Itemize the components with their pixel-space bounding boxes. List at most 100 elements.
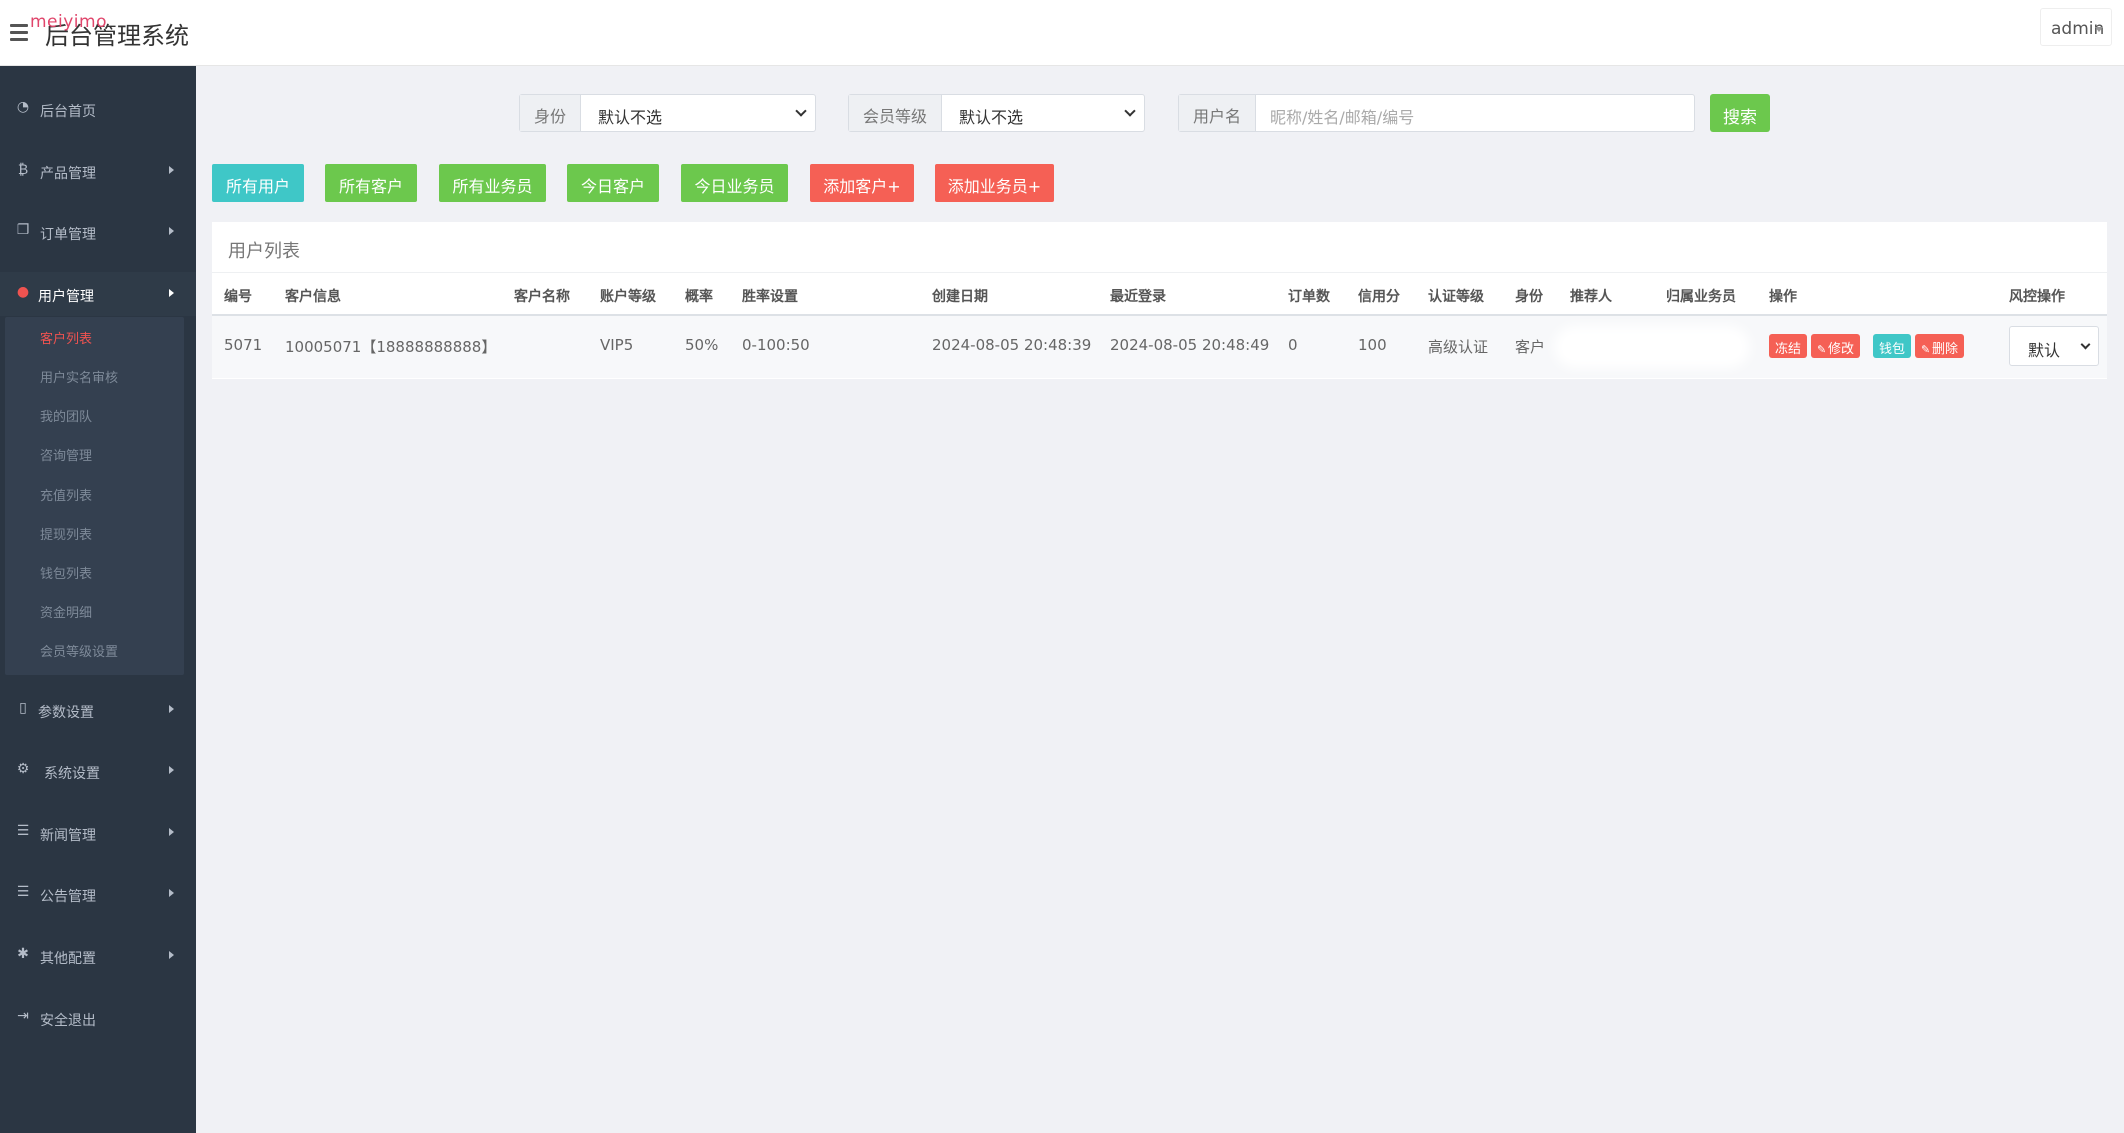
cell-last-login: 2024-08-05 20:48:49 <box>1110 336 1270 354</box>
caret-right-icon <box>169 705 174 713</box>
freeze-button[interactable]: 冻结 <box>1769 334 1808 358</box>
all-users-button[interactable]: 所有用户 <box>212 164 304 202</box>
caret-right-icon <box>169 227 174 235</box>
menu-toggle-icon[interactable] <box>10 24 28 41</box>
brand-watermark: meiyimo <box>30 12 107 32</box>
cell-credit: 100 <box>1358 336 1387 354</box>
column-header: 创建日期 <box>932 289 988 305</box>
cell-info: 10005071【18888888888】 <box>285 338 497 356</box>
level-filter-label: 会员等级 <box>849 95 943 131</box>
add-salesman-button[interactable]: 添加业务员+ <box>935 164 1054 202</box>
cell-auth-level: 高级认证 <box>1428 338 1489 356</box>
sidebar-item-news[interactable]: ☰ 新闻管理 <box>0 811 196 855</box>
caret-right-icon <box>169 289 174 297</box>
main-content: 身份 默认不选 会员等级 默认不选 用户名 昵称/姓名/邮箱/编号 搜索 所有用… <box>196 66 2124 1133</box>
column-header: 编号 <box>224 289 252 305</box>
column-header: 风控操作 <box>2009 289 2065 305</box>
username-filter-label: 用户名 <box>1179 95 1257 131</box>
submenu-item-recharge[interactable]: 充值列表 <box>40 485 92 504</box>
search-button[interactable]: 搜索 <box>1710 94 1770 132</box>
users-submenu: 客户列表 用户实名审核 我的团队 咨询管理 充值列表 提现列表 钱包列表 资金明… <box>5 317 184 675</box>
chevron-down-icon <box>1124 105 1136 117</box>
cell-id: 5071 <box>224 336 263 354</box>
column-header: 推荐人 <box>1570 289 1612 305</box>
submenu-item-member-level[interactable]: 会员等级设置 <box>40 641 118 660</box>
cell-created: 2024-08-05 20:48:39 <box>932 336 1092 354</box>
signout-icon: ⇥ <box>17 1008 29 1024</box>
sidebar-item-params[interactable]: ▯ 参数设置 <box>0 688 196 732</box>
sidebar-item-label: 产品管理 <box>40 166 96 182</box>
submenu-item-funds[interactable]: 资金明细 <box>40 602 92 621</box>
sidebar-item-label: 新闻管理 <box>40 828 96 844</box>
sidebar-item-label: 参数设置 <box>38 705 94 721</box>
column-header: 订单数 <box>1288 289 1330 305</box>
submenu-item-withdraw[interactable]: 提现列表 <box>40 524 92 543</box>
top-header: 后台管理系统 meiyimo admin <box>0 0 2124 66</box>
file-icon: ▯ <box>19 700 27 716</box>
list-icon: ☰ <box>16 823 30 839</box>
today-customers-button[interactable]: 今日客户 <box>567 164 659 202</box>
identity-filter-label: 身份 <box>520 95 582 131</box>
column-header: 账户等级 <box>600 289 656 305</box>
delete-button[interactable]: ✎ 删除 <box>1915 334 1965 358</box>
cell-level: VIP5 <box>600 336 634 354</box>
sidebar-item-label: 系统设置 <box>44 766 100 782</box>
caret-right-icon <box>169 166 174 174</box>
add-customer-button[interactable]: 添加客户+ <box>810 164 914 202</box>
wallet-button[interactable]: 钱包 <box>1873 334 1912 358</box>
username-input[interactable]: 昵称/姓名/邮箱/编号 <box>1256 95 1694 131</box>
column-header: 概率 <box>685 289 713 305</box>
submenu-item-consult[interactable]: 咨询管理 <box>40 445 92 464</box>
identity-select-value: 默认不选 <box>598 108 663 127</box>
pencil-icon: ✎ <box>1921 343 1931 356</box>
risk-control-select[interactable]: 默认 <box>2009 326 2099 366</box>
panel-title: 用户列表 <box>228 241 300 262</box>
all-salesmen-button[interactable]: 所有业务员 <box>439 164 546 202</box>
list-icon: ☰ <box>16 884 30 900</box>
column-header: 身份 <box>1515 289 1543 305</box>
column-header: 客户信息 <box>285 289 341 305</box>
user-icon: ● <box>16 284 30 300</box>
sidebar-item-logout[interactable]: ⇥ 安全退出 <box>0 996 196 1040</box>
identity-select[interactable]: 默认不选 <box>581 95 815 131</box>
sidebar-item-system[interactable]: ⚙ 系统设置 <box>0 749 196 793</box>
edit-button-label: 修改 <box>1828 342 1855 357</box>
sidebar-item-orders[interactable]: ❐ 订单管理 <box>0 210 196 254</box>
caret-right-icon <box>169 828 174 836</box>
sidebar-item-label: 后台首页 <box>40 104 96 120</box>
chevron-down-icon <box>795 105 807 117</box>
sidebar-item-label: 安全退出 <box>40 1013 96 1029</box>
column-header: 归属业务员 <box>1666 289 1736 305</box>
cell-win-setting: 0-100:50 <box>742 336 810 354</box>
divider <box>212 272 2107 273</box>
bitcoin-icon: ₿ <box>17 162 29 178</box>
sidebar-item-notices[interactable]: ☰ 公告管理 <box>0 872 196 916</box>
column-header: 信用分 <box>1358 289 1400 305</box>
submenu-item-my-team[interactable]: 我的团队 <box>40 406 92 425</box>
submenu-item-customer-list[interactable]: 客户列表 <box>40 328 92 347</box>
submenu-item-wallet[interactable]: 钱包列表 <box>40 563 92 582</box>
pencil-icon: ✎ <box>1817 343 1827 356</box>
gear-icon: ✱ <box>17 946 29 962</box>
sidebar-item-other[interactable]: ✱ 其他配置 <box>0 934 196 978</box>
submenu-item-verification[interactable]: 用户实名审核 <box>40 367 118 386</box>
level-filter: 会员等级 默认不选 <box>848 94 1145 132</box>
user-dropdown[interactable]: admin <box>2040 8 2112 46</box>
redacted-referrer <box>1562 334 1742 360</box>
sidebar-item-products[interactable]: ₿ 产品管理 <box>0 149 196 193</box>
sidebar-item-users[interactable]: ● 用户管理 <box>0 272 196 316</box>
today-salesmen-button[interactable]: 今日业务员 <box>681 164 788 202</box>
cell-orders: 0 <box>1288 336 1298 354</box>
all-customers-button[interactable]: 所有客户 <box>325 164 417 202</box>
caret-right-icon <box>169 889 174 897</box>
edit-button[interactable]: ✎ 修改 <box>1811 334 1861 358</box>
sidebar-item-label: 公告管理 <box>40 889 96 905</box>
identity-filter: 身份 默认不选 <box>519 94 816 132</box>
sidebar-item-dashboard[interactable]: ◔ 后台首页 <box>0 87 196 131</box>
copy-icon: ❐ <box>16 222 30 238</box>
sidebar: ◔ 后台首页 ₿ 产品管理 ❐ 订单管理 ● 用户管理 客户列表 用户实名审核 … <box>0 66 196 1133</box>
level-select-value: 默认不选 <box>959 108 1024 127</box>
risk-select-value: 默认 <box>2028 341 2061 360</box>
column-header: 最近登录 <box>1110 289 1166 305</box>
level-select[interactable]: 默认不选 <box>942 95 1144 131</box>
